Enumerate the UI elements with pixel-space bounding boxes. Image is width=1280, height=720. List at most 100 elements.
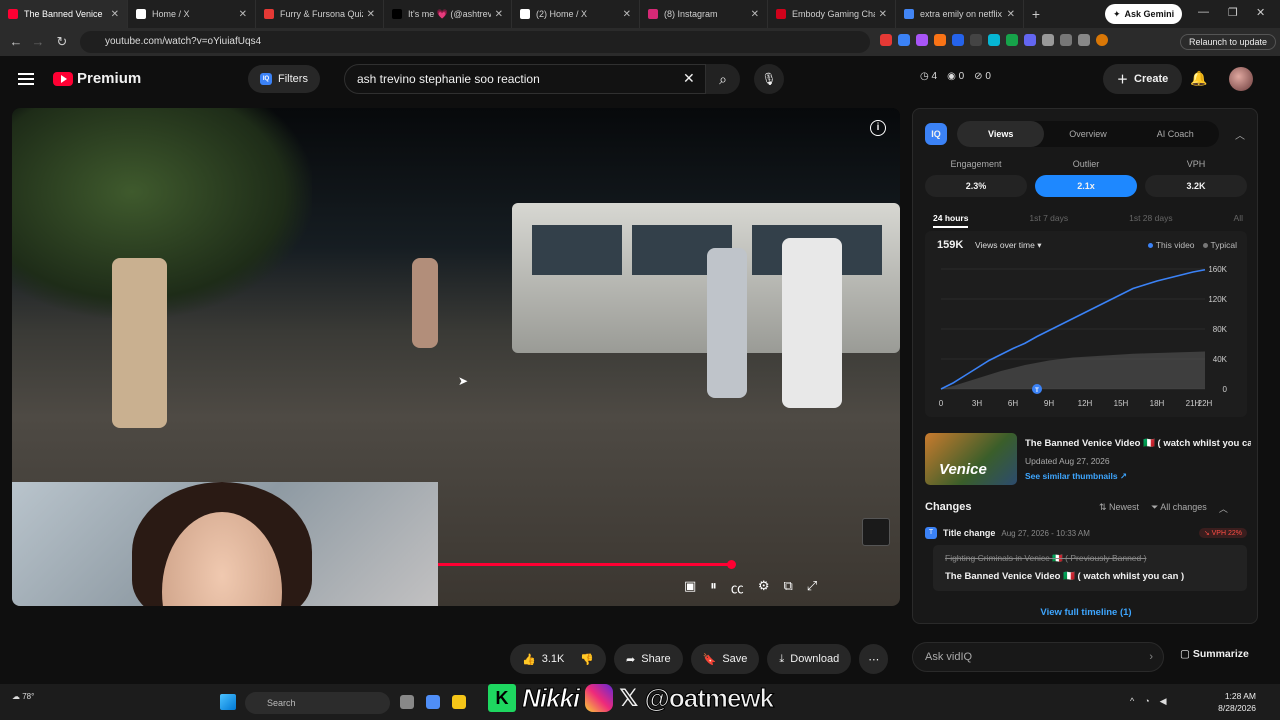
streamer-handle: @oatmewk bbox=[644, 682, 775, 713]
old-title: Fighting Criminals in Venice 🇮🇹 ( Previo… bbox=[945, 553, 1147, 563]
similar-thumbnails-link[interactable]: See similar thumbnails ↗ bbox=[1025, 471, 1127, 482]
close-tab-icon[interactable]: ✕ bbox=[111, 9, 119, 20]
minimize-icon[interactable]: — bbox=[1198, 6, 1209, 18]
range-28-days[interactable]: 1st 28 days bbox=[1129, 213, 1172, 228]
wifi-icon[interactable]: ◔ bbox=[1144, 696, 1149, 707]
avatar[interactable] bbox=[1229, 67, 1253, 91]
file-explorer-icon[interactable] bbox=[452, 695, 466, 709]
more-actions-button[interactable]: ⋯ bbox=[859, 644, 889, 674]
metric-outlier[interactable]: Outlier 2.1x bbox=[1035, 159, 1137, 197]
extension-icon[interactable] bbox=[880, 34, 892, 46]
search-input[interactable]: ash trevino stephanie soo reaction bbox=[344, 64, 706, 94]
filter-changes-button[interactable]: ⏷ All changes bbox=[1151, 502, 1207, 515]
taskbar-search[interactable]: Search bbox=[245, 692, 390, 714]
tab-views[interactable]: Views bbox=[957, 121, 1045, 147]
browser-tab[interactable]: Embody Gaming Chair ✕ bbox=[768, 0, 896, 28]
tab-overview[interactable]: Overview bbox=[1044, 121, 1131, 147]
metric-vph[interactable]: VPH 3.2K bbox=[1145, 159, 1247, 197]
close-tab-icon[interactable]: ✕ bbox=[1007, 9, 1015, 20]
system-clock[interactable]: 1:28 AM 8/28/2026 bbox=[1208, 690, 1256, 714]
create-button[interactable]: ＋ Create bbox=[1103, 64, 1183, 94]
video-thumbnail[interactable]: Venice bbox=[925, 433, 1017, 485]
settings-icon[interactable]: ⚙ bbox=[758, 578, 770, 597]
puzzle-icon[interactable] bbox=[1060, 34, 1072, 46]
search-button[interactable]: ⌕ bbox=[706, 64, 740, 94]
extension-icon[interactable] bbox=[970, 34, 982, 46]
extension-icon[interactable] bbox=[916, 34, 928, 46]
maximize-icon[interactable]: ❐ bbox=[1228, 6, 1238, 19]
back-icon[interactable]: ← bbox=[4, 34, 28, 49]
send-icon[interactable]: › bbox=[1149, 643, 1153, 671]
summarize-button[interactable]: ▢ Summarize bbox=[1180, 648, 1249, 660]
range-24-hours[interactable]: 24 hours bbox=[933, 213, 969, 228]
browser-tab[interactable]: Home / X ✕ bbox=[128, 0, 256, 28]
url-field[interactable]: youtube.com/watch?v=oYiuiafUqs4 bbox=[80, 31, 870, 53]
fullscreen-icon[interactable]: ⤢ bbox=[807, 578, 817, 597]
filters-button[interactable]: IQ Filters bbox=[248, 65, 320, 93]
vidiq-player-icon[interactable]: ▣ bbox=[684, 578, 696, 597]
voice-search-button[interactable]: 🎙 bbox=[754, 64, 784, 94]
browser-tab[interactable]: The Banned Venice ✕ bbox=[0, 0, 128, 28]
forward-icon[interactable]: → bbox=[26, 34, 50, 49]
download-button[interactable]: ⤓ Download bbox=[767, 644, 852, 674]
browser-tab[interactable]: extra emily on netflix ✕ bbox=[896, 0, 1024, 28]
metric-engagement[interactable]: Engagement 2.3% bbox=[925, 159, 1027, 197]
browser-tab[interactable]: Furry & Fursona Quiz ✕ bbox=[256, 0, 384, 28]
extension-icon[interactable] bbox=[934, 34, 946, 46]
x-tick-label: 6H bbox=[1008, 399, 1018, 408]
extension-icon[interactable] bbox=[898, 34, 910, 46]
close-tab-icon[interactable]: ✕ bbox=[239, 9, 247, 20]
menu-icon[interactable] bbox=[18, 70, 34, 88]
start-button[interactable] bbox=[220, 694, 236, 710]
ask-gemini-button[interactable]: ✦ Ask Gemini bbox=[1105, 4, 1183, 24]
close-window-icon[interactable]: ✕ bbox=[1256, 6, 1265, 19]
captions-icon[interactable]: ㏄ bbox=[731, 578, 744, 597]
close-tab-icon[interactable]: ✕ bbox=[751, 9, 759, 20]
task-view-icon[interactable] bbox=[400, 695, 414, 709]
ask-vidiq-input[interactable]: Ask vidIQ › bbox=[912, 642, 1164, 672]
close-tab-icon[interactable]: ✕ bbox=[623, 9, 631, 20]
range-all[interactable]: All bbox=[1234, 213, 1243, 228]
sort-newest-button[interactable]: ⇅ Newest bbox=[1099, 502, 1139, 515]
weather-widget[interactable]: ☁ 78° bbox=[12, 692, 34, 701]
relaunch-button[interactable]: Relaunch to update bbox=[1180, 34, 1277, 50]
clear-search-icon[interactable]: ✕ bbox=[683, 70, 695, 87]
browser-tab[interactable]: (8) Instagram ✕ bbox=[640, 0, 768, 28]
copilot-icon[interactable] bbox=[426, 695, 440, 709]
close-tab-icon[interactable]: ✕ bbox=[495, 9, 503, 20]
close-tab-icon[interactable]: ✕ bbox=[879, 9, 887, 20]
browser-tab[interactable]: It's me 💗 (@ashtrevi ✕ bbox=[384, 0, 512, 28]
reload-icon[interactable]: ↻ bbox=[50, 34, 74, 50]
miniplayer-icon[interactable]: ⧉ bbox=[783, 578, 792, 597]
thumbs-down-icon[interactable]: 👎 bbox=[580, 653, 594, 666]
subscribe-watermark[interactable] bbox=[862, 518, 890, 546]
range-7-days[interactable]: 1st 7 days bbox=[1029, 213, 1068, 228]
player-controls: ▣ ⏸ ㏄ ⚙ ⧉ ⤢ bbox=[684, 578, 817, 597]
collapse-changes-icon[interactable]: ︿ bbox=[1219, 502, 1228, 515]
autoplay-toggle-icon[interactable]: ⏸ bbox=[710, 578, 717, 597]
progress-handle[interactable] bbox=[727, 560, 736, 569]
info-icon[interactable]: i bbox=[870, 120, 886, 136]
video-player[interactable]: i ➤ ▣ ⏸ ㏄ ⚙ ⧉ ⤢ bbox=[12, 108, 900, 606]
view-full-timeline-link[interactable]: View full timeline (1) bbox=[913, 607, 1259, 618]
extension-icon[interactable] bbox=[1006, 34, 1018, 46]
save-button[interactable]: 🔖 Save bbox=[690, 644, 760, 674]
extension-icon[interactable] bbox=[952, 34, 964, 46]
reading-list-icon[interactable] bbox=[1078, 34, 1090, 46]
extension-icon[interactable] bbox=[1042, 34, 1054, 46]
chevron-up-icon[interactable]: ^ bbox=[1130, 696, 1134, 707]
youtube-logo[interactable]: Premium bbox=[53, 70, 141, 87]
tab-ai-coach[interactable]: AI Coach bbox=[1132, 121, 1219, 147]
like-button[interactable]: 👍 3.1K 👎 bbox=[510, 644, 607, 674]
notifications-icon[interactable]: 🔔 bbox=[1190, 70, 1207, 87]
volume-icon[interactable]: ◀ bbox=[1160, 696, 1167, 707]
profile-icon[interactable] bbox=[1096, 34, 1108, 46]
browser-tab[interactable]: (2) Home / X ✕ bbox=[512, 0, 640, 28]
extension-icon[interactable] bbox=[1024, 34, 1036, 46]
new-tab-icon[interactable]: + bbox=[1024, 6, 1048, 22]
share-button[interactable]: ➦ Share bbox=[614, 644, 683, 674]
extension-icon[interactable] bbox=[988, 34, 1000, 46]
collapse-icon[interactable]: ︿ bbox=[1235, 127, 1245, 142]
close-tab-icon[interactable]: ✕ bbox=[367, 9, 375, 20]
progress-bar[interactable] bbox=[438, 560, 736, 569]
